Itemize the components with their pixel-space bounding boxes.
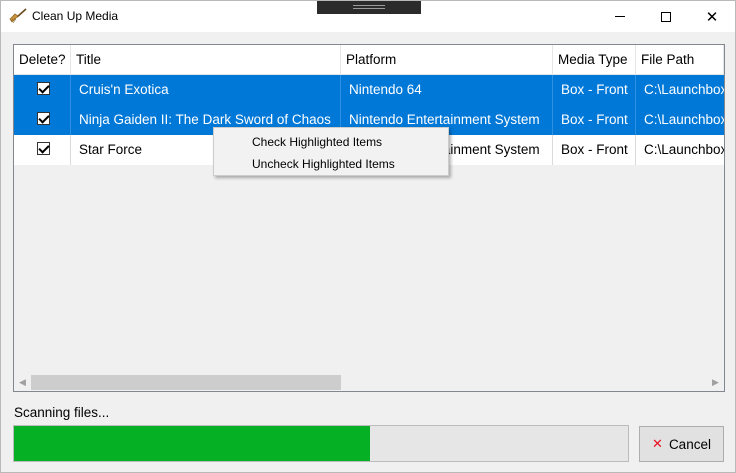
media-type-cell: Box - Front — [553, 135, 636, 165]
drag-grip[interactable] — [317, 1, 421, 14]
cancel-button[interactable]: ✕ Cancel — [639, 426, 724, 462]
scroll-right-icon[interactable]: ▶ — [707, 374, 724, 391]
status-text: Scanning files... — [14, 405, 110, 420]
table-row[interactable]: Cruis'n Exotica Nintendo 64 Box - Front … — [14, 75, 724, 105]
delete-checkbox[interactable] — [37, 82, 50, 95]
title-cell: Cruis'n Exotica — [71, 75, 341, 105]
file-path-cell: C:\Launchbox — [644, 82, 724, 97]
progress-fill — [14, 426, 371, 461]
title-bar[interactable]: Clean Up Media ✕ — [1, 1, 735, 32]
delete-checkbox[interactable] — [37, 112, 50, 125]
column-header-file-path[interactable]: File Path — [636, 45, 724, 75]
maximize-icon — [661, 11, 671, 22]
column-header-platform[interactable]: Platform — [341, 45, 553, 75]
file-path-cell: C:\Launchbox — [644, 142, 724, 157]
scroll-left-icon[interactable]: ◀ — [14, 374, 31, 391]
minimize-button[interactable] — [597, 1, 643, 32]
scan-progress-bar — [13, 425, 629, 462]
media-list[interactable]: Delete? Title Platform Media Type File P… — [13, 44, 725, 392]
media-type-cell: Box - Front — [553, 105, 636, 135]
platform-cell: Nintendo 64 — [341, 75, 553, 105]
context-menu: Check Highlighted Items Uncheck Highligh… — [213, 127, 449, 176]
file-path-cell: C:\Launchbox — [644, 112, 724, 127]
media-type-cell: Box - Front — [553, 75, 636, 105]
delete-cell — [14, 135, 71, 165]
column-header-title[interactable]: Title — [71, 45, 341, 75]
menu-item-check-highlighted[interactable]: Check Highlighted Items — [214, 130, 448, 152]
delete-cell — [14, 105, 71, 135]
close-icon: ✕ — [705, 8, 719, 26]
menu-item-uncheck-highlighted[interactable]: Uncheck Highlighted Items — [214, 152, 448, 174]
delete-cell — [14, 75, 71, 105]
column-header-media-type[interactable]: Media Type — [553, 45, 636, 75]
clean-up-media-window: Clean Up Media ✕ Delete? Title Platform … — [0, 0, 736, 473]
broom-icon — [9, 8, 27, 24]
close-button[interactable]: ✕ — [689, 1, 735, 32]
cancel-label: Cancel — [668, 436, 711, 452]
delete-checkbox[interactable] — [37, 142, 50, 155]
maximize-button[interactable] — [643, 1, 689, 32]
window-title: Clean Up Media — [32, 9, 119, 23]
horizontal-scrollbar[interactable]: ◀ ▶ — [14, 374, 724, 391]
x-icon: ✕ — [652, 436, 663, 451]
scrollbar-thumb[interactable] — [31, 375, 341, 390]
column-header-delete[interactable]: Delete? — [14, 45, 71, 75]
minimize-icon — [615, 16, 625, 17]
